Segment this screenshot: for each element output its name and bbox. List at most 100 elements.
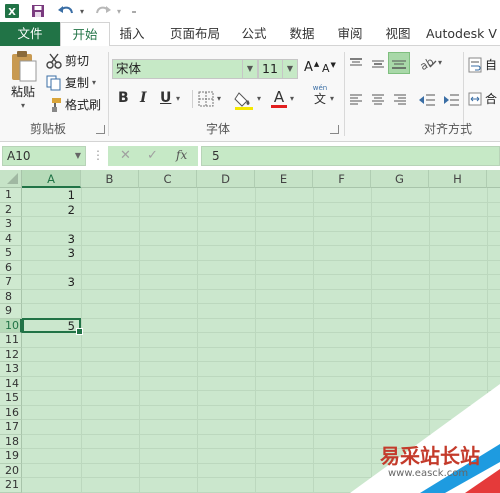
- column-header[interactable]: E: [255, 170, 313, 188]
- row-header[interactable]: 11: [0, 333, 22, 348]
- formula-value: 5: [212, 149, 220, 163]
- italic-button[interactable]: I: [140, 90, 147, 106]
- row-header[interactable]: 6: [0, 260, 22, 275]
- cut-button[interactable]: 剪切: [46, 52, 89, 69]
- row-header[interactable]: 7: [0, 275, 22, 290]
- wrap-text-button[interactable]: 自: [468, 56, 497, 73]
- row-header[interactable]: 21: [0, 478, 22, 493]
- column-header[interactable]: D: [197, 170, 255, 188]
- shrink-font-button[interactable]: A ▼: [322, 61, 336, 76]
- formula-input[interactable]: 5: [201, 146, 500, 166]
- selected-cell[interactable]: [22, 317, 83, 335]
- tab-file[interactable]: 文件: [0, 22, 60, 46]
- fill-color-dropdown-icon[interactable]: ▾: [257, 94, 261, 103]
- align-center-icon[interactable]: [370, 92, 386, 111]
- cancel-icon[interactable]: ✕: [120, 148, 131, 163]
- font-name-combo[interactable]: 宋体 ▼: [112, 59, 258, 79]
- font-size-dropdown-icon[interactable]: ▼: [282, 60, 297, 78]
- insert-function-icon[interactable]: fx: [176, 148, 187, 162]
- border-dropdown-icon[interactable]: ▾: [217, 94, 221, 103]
- row-header[interactable]: 2: [0, 202, 22, 217]
- bold-button[interactable]: B: [118, 90, 129, 106]
- tab-formulas[interactable]: 公式: [232, 22, 276, 46]
- customize-toolbar-icon[interactable]: ₌: [128, 3, 140, 19]
- column-header[interactable]: G: [371, 170, 429, 188]
- column-header[interactable]: B: [81, 170, 139, 188]
- row-header[interactable]: 13: [0, 362, 22, 377]
- align-middle-icon[interactable]: [370, 56, 386, 75]
- cell-value[interactable]: 3: [22, 275, 79, 290]
- orientation-icon[interactable]: ab: [418, 54, 438, 75]
- paste-button[interactable]: 粘贴 ▾: [6, 50, 40, 110]
- name-box-dropdown-icon[interactable]: ▼: [75, 147, 81, 165]
- font-size-combo[interactable]: 11 ▼: [258, 59, 298, 79]
- undo-icon[interactable]: [56, 3, 76, 19]
- cell-value[interactable]: 1: [22, 188, 79, 203]
- row-header[interactable]: 19: [0, 449, 22, 464]
- column-header[interactable]: H: [429, 170, 487, 188]
- orientation-dropdown-icon[interactable]: ▾: [438, 58, 442, 67]
- save-icon[interactable]: [30, 3, 46, 19]
- phonetic-dropdown-icon[interactable]: ▾: [330, 94, 334, 103]
- tab-review[interactable]: 审阅: [328, 22, 372, 46]
- font-color-icon[interactable]: A: [270, 88, 288, 111]
- clipboard-launcher-icon[interactable]: [96, 125, 105, 134]
- row-header[interactable]: 18: [0, 434, 22, 449]
- enter-icon[interactable]: ✓: [147, 148, 158, 163]
- tab-view[interactable]: 视图: [376, 22, 420, 46]
- increase-indent-icon[interactable]: [442, 92, 460, 111]
- undo-dropdown-icon[interactable]: ▾: [77, 3, 87, 19]
- align-left-icon[interactable]: [348, 92, 364, 111]
- column-header[interactable]: F: [313, 170, 371, 188]
- format-painter-button[interactable]: 格式刷: [46, 96, 101, 113]
- cell-value[interactable]: 2: [22, 203, 79, 218]
- tab-page-layout[interactable]: 页面布局: [160, 22, 230, 46]
- tab-home[interactable]: 开始: [60, 22, 110, 48]
- font-color-dropdown-icon[interactable]: ▾: [290, 94, 294, 103]
- underline-dropdown-icon[interactable]: ▾: [176, 94, 180, 103]
- fill-color-icon[interactable]: [234, 90, 254, 113]
- redo-icon[interactable]: [93, 3, 113, 19]
- row-header[interactable]: 9: [0, 304, 22, 319]
- tab-data[interactable]: 数据: [280, 22, 324, 46]
- copy-button[interactable]: 复制 ▾: [46, 74, 96, 91]
- tab-insert[interactable]: 插入: [110, 22, 154, 46]
- row-header[interactable]: 1: [0, 188, 22, 203]
- align-top-icon[interactable]: [348, 56, 364, 75]
- redo-dropdown-icon[interactable]: ▾: [114, 3, 124, 19]
- row-header[interactable]: 14: [0, 376, 22, 391]
- name-box[interactable]: A10 ▼: [2, 146, 86, 166]
- underline-button[interactable]: U: [160, 90, 171, 106]
- border-icon[interactable]: [198, 91, 214, 110]
- column-header[interactable]: C: [139, 170, 197, 188]
- font-name-dropdown-icon[interactable]: ▼: [242, 60, 257, 78]
- row-header[interactable]: 5: [0, 246, 22, 261]
- merge-center-button[interactable]: 合: [468, 90, 497, 107]
- font-size-value: 11: [262, 61, 278, 76]
- align-bottom-icon[interactable]: [388, 52, 410, 74]
- column-header[interactable]: A: [22, 170, 81, 188]
- cell-value[interactable]: 3: [22, 232, 79, 247]
- tab-autodesk[interactable]: Autodesk V: [426, 22, 500, 46]
- grow-font-button[interactable]: A ▲: [304, 60, 319, 76]
- align-right-icon[interactable]: [392, 92, 408, 111]
- row-header[interactable]: 12: [0, 347, 22, 362]
- decrease-indent-icon[interactable]: [418, 92, 436, 111]
- cell-value[interactable]: 3: [22, 246, 79, 261]
- copy-dropdown-icon[interactable]: ▾: [92, 78, 96, 87]
- row-header[interactable]: 8: [0, 289, 22, 304]
- column-header[interactable]: [487, 170, 500, 188]
- phonetic-button[interactable]: wén 文: [310, 84, 330, 106]
- row-header[interactable]: 10: [0, 318, 22, 333]
- row-header[interactable]: 4: [0, 231, 22, 246]
- row-header[interactable]: 3: [0, 217, 22, 232]
- row-header[interactable]: 15: [0, 391, 22, 406]
- paste-dropdown-icon[interactable]: ▾: [21, 101, 25, 110]
- worksheet-grid[interactable]: A B C D E F G H 1 2 3 4 5 6 7 8 9 10 11 12 13 14 15 16 1…: [0, 170, 500, 493]
- row-header[interactable]: 16: [0, 405, 22, 420]
- fill-handle-icon[interactable]: [76, 328, 83, 335]
- font-launcher-icon[interactable]: [330, 125, 339, 134]
- row-header[interactable]: 17: [0, 420, 22, 435]
- row-header[interactable]: 20: [0, 463, 22, 478]
- select-all-corner[interactable]: [0, 170, 22, 188]
